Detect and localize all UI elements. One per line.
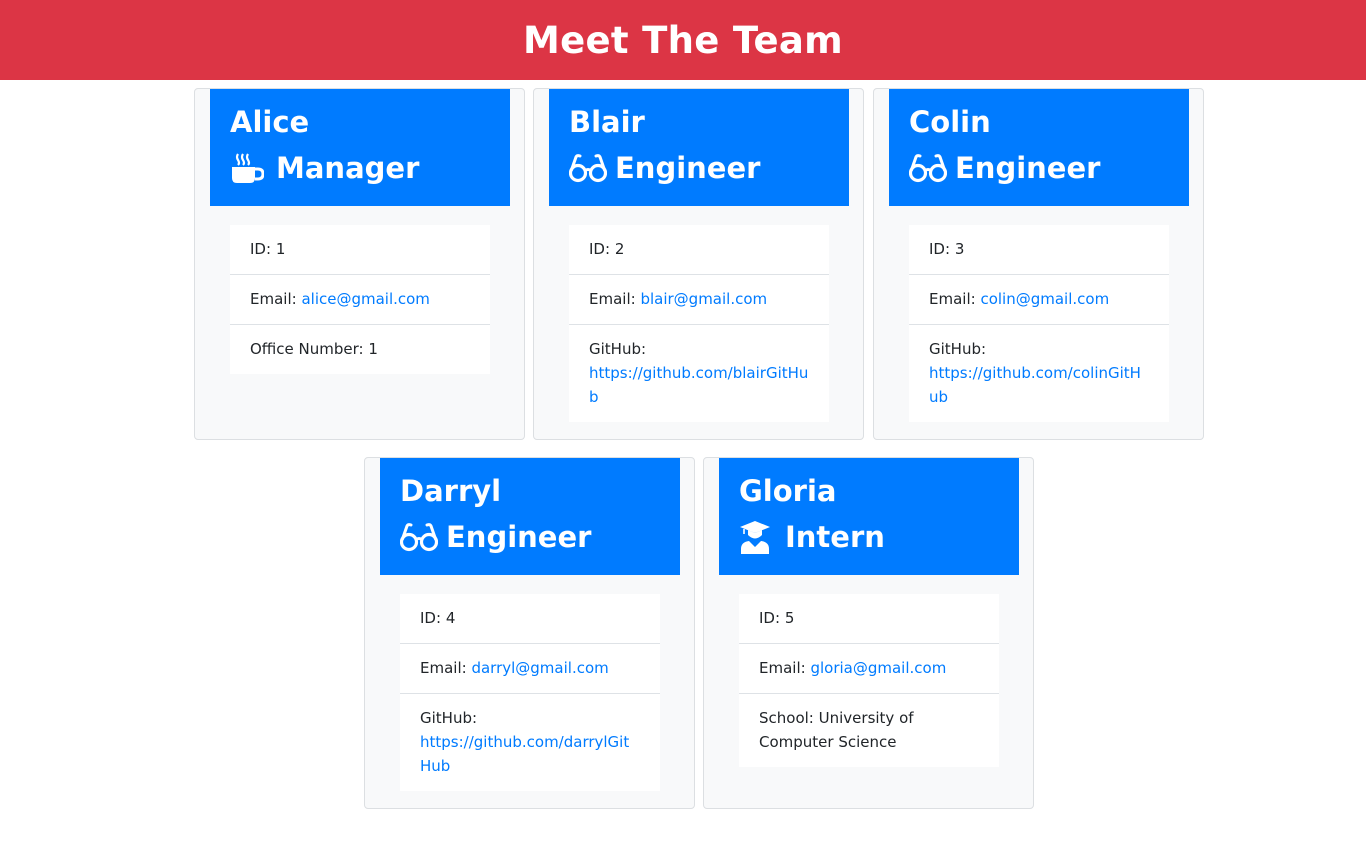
github-link[interactable]: https://github.com/blairGitHub bbox=[589, 364, 808, 406]
email-row: Email: colin@gmail.com bbox=[909, 274, 1169, 324]
school-label: School: bbox=[759, 709, 814, 727]
id-value: 2 bbox=[614, 240, 625, 258]
email-link[interactable]: colin@gmail.com bbox=[980, 290, 1109, 308]
coffee-icon bbox=[230, 151, 268, 185]
id-row: ID: 2 bbox=[569, 225, 829, 274]
id-value: 5 bbox=[784, 609, 795, 627]
school-row: School: University of Computer Science bbox=[739, 693, 999, 767]
github-label: GitHub: bbox=[420, 709, 478, 727]
id-row: ID: 4 bbox=[400, 594, 660, 643]
member-name: Blair bbox=[569, 105, 645, 139]
card-header: Darryl Engineer bbox=[380, 458, 680, 575]
team-card-alice: Alice Manager ID: 1 Email: alice@gmail.c… bbox=[194, 88, 525, 440]
team-card-colin: Colin Engineer ID: 3 Email: colin@gmail.… bbox=[873, 88, 1204, 440]
email-row: Email: darryl@gmail.com bbox=[400, 643, 660, 693]
team-card-darryl: Darryl Engineer ID: 4 Email: darryl@gmai… bbox=[364, 457, 695, 809]
email-row: Email: alice@gmail.com bbox=[230, 274, 490, 324]
member-role: Engineer bbox=[400, 518, 660, 556]
id-value: 3 bbox=[954, 240, 965, 258]
email-link[interactable]: blair@gmail.com bbox=[640, 290, 767, 308]
member-role: Engineer bbox=[909, 149, 1169, 187]
github-row: GitHub: https://github.com/darrylGitHub bbox=[400, 693, 660, 791]
role-label: Manager bbox=[276, 151, 420, 185]
id-value: 1 bbox=[275, 240, 286, 258]
github-row: GitHub: https://github.com/colinGitHub bbox=[909, 324, 1169, 422]
graduate-icon bbox=[739, 520, 777, 554]
info-list: ID: 1 Email: alice@gmail.com Office Numb… bbox=[230, 225, 490, 374]
id-label: ID: bbox=[589, 240, 611, 258]
github-link[interactable]: https://github.com/colinGitHub bbox=[929, 364, 1141, 406]
member-name: Colin bbox=[909, 105, 991, 139]
email-label: Email: bbox=[929, 290, 976, 308]
id-label: ID: bbox=[929, 240, 951, 258]
team-card-blair: Blair Engineer ID: 2 Email: blair@gmail.… bbox=[533, 88, 864, 440]
id-label: ID: bbox=[250, 240, 272, 258]
info-list: ID: 4 Email: darryl@gmail.com GitHub: ht… bbox=[400, 594, 660, 791]
role-label: Intern bbox=[785, 520, 885, 554]
glasses-icon bbox=[909, 151, 947, 185]
member-role: Manager bbox=[230, 149, 490, 187]
info-list: ID: 2 Email: blair@gmail.com GitHub: htt… bbox=[569, 225, 829, 422]
member-name: Alice bbox=[230, 105, 310, 139]
glasses-icon bbox=[569, 151, 607, 185]
id-row: ID: 1 bbox=[230, 225, 490, 274]
github-label: GitHub: bbox=[929, 340, 987, 358]
office-number-value: 1 bbox=[368, 340, 378, 358]
id-row: ID: 5 bbox=[739, 594, 999, 643]
info-list: ID: 5 Email: gloria@gmail.com School: Un… bbox=[739, 594, 999, 767]
role-label: Engineer bbox=[615, 151, 761, 185]
github-link[interactable]: https://github.com/darrylGitHub bbox=[420, 733, 629, 775]
member-role: Intern bbox=[739, 518, 999, 556]
github-label: GitHub: bbox=[589, 340, 647, 358]
role-label: Engineer bbox=[955, 151, 1101, 185]
email-label: Email: bbox=[250, 290, 297, 308]
card-header: Colin Engineer bbox=[889, 89, 1189, 206]
page-title: Meet The Team bbox=[523, 18, 843, 62]
card-header: Alice Manager bbox=[210, 89, 510, 206]
team-card-gloria: Gloria Intern ID: 5 Email: gloria@gmail.… bbox=[703, 457, 1034, 809]
office-number-label: Office Number: bbox=[250, 340, 364, 358]
id-row: ID: 3 bbox=[909, 225, 1169, 274]
email-link[interactable]: alice@gmail.com bbox=[301, 290, 429, 308]
page-header: Meet The Team bbox=[0, 0, 1366, 80]
id-value: 4 bbox=[445, 609, 456, 627]
member-role: Engineer bbox=[569, 149, 829, 187]
email-row: Email: blair@gmail.com bbox=[569, 274, 829, 324]
id-label: ID: bbox=[759, 609, 781, 627]
email-link[interactable]: darryl@gmail.com bbox=[471, 659, 608, 677]
glasses-icon bbox=[400, 520, 438, 554]
card-header: Gloria Intern bbox=[719, 458, 1019, 575]
member-name: Gloria bbox=[739, 474, 837, 508]
id-label: ID: bbox=[420, 609, 442, 627]
email-row: Email: gloria@gmail.com bbox=[739, 643, 999, 693]
email-label: Email: bbox=[589, 290, 636, 308]
info-list: ID: 3 Email: colin@gmail.com GitHub: htt… bbox=[909, 225, 1169, 422]
email-label: Email: bbox=[759, 659, 806, 677]
github-row: GitHub: https://github.com/blairGitHub bbox=[569, 324, 829, 422]
email-label: Email: bbox=[420, 659, 467, 677]
member-name: Darryl bbox=[400, 474, 502, 508]
office-number-row: Office Number: 1 bbox=[230, 324, 490, 374]
card-header: Blair Engineer bbox=[549, 89, 849, 206]
email-link[interactable]: gloria@gmail.com bbox=[810, 659, 946, 677]
role-label: Engineer bbox=[446, 520, 592, 554]
